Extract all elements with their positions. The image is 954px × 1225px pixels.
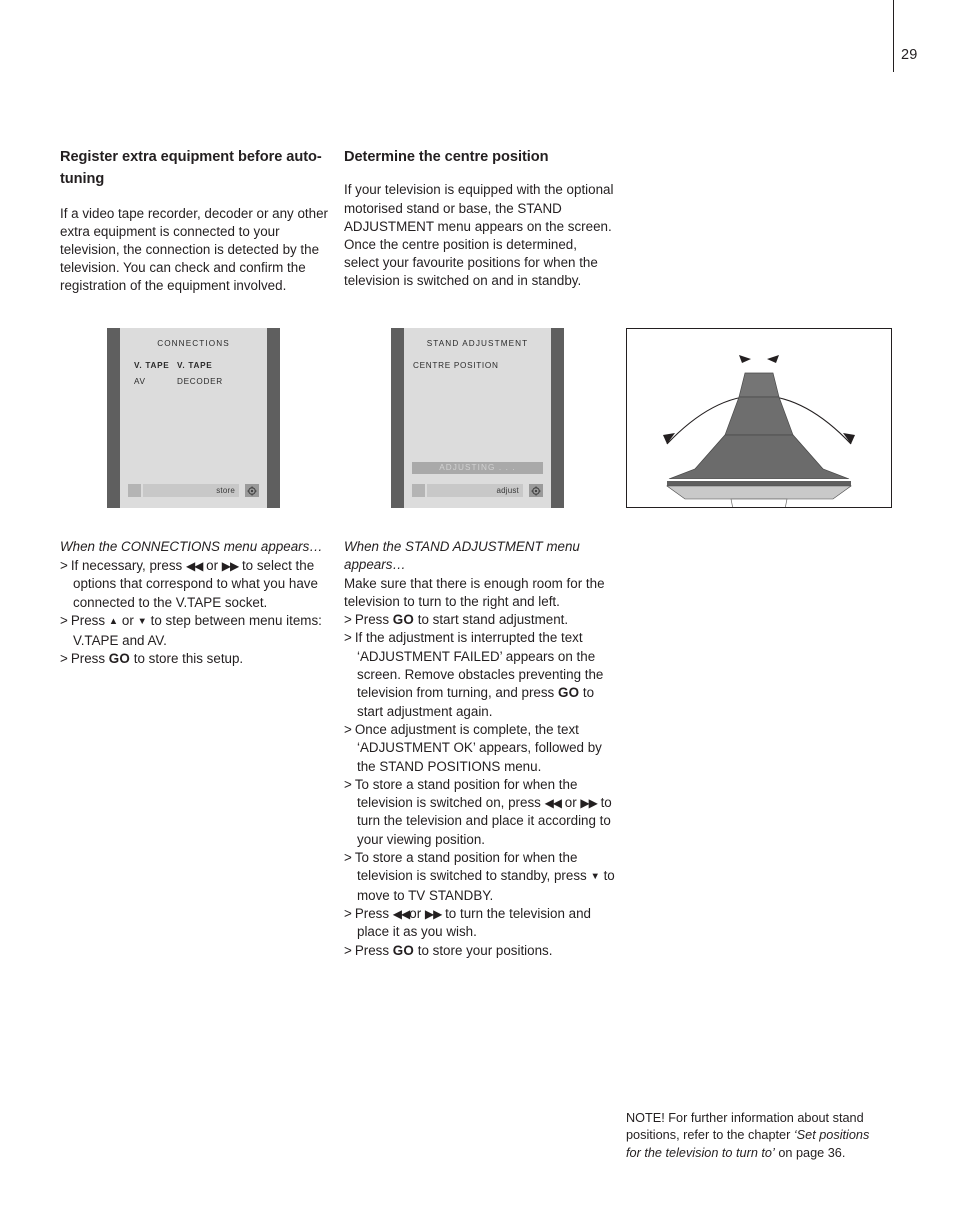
stand-instructions-intro: When the STAND ADJUSTMENT menu appears…: [344, 539, 580, 573]
list-item: > Press GO to store this setup.: [60, 651, 244, 666]
motorised-tv-stand-rotation-diagram: [626, 328, 892, 508]
bottom-bar-square: [128, 484, 141, 497]
list-item: > Press ◀◀or ▶▶ to turn the television an…: [344, 905, 591, 940]
list-item: > Once adjustment is complete, the text ‘…: [344, 721, 602, 774]
stand-menu-title: STAND ADJUSTMENT: [426, 339, 529, 348]
list-item: > To store a stand position for when the …: [344, 850, 615, 903]
connections-menu-screenshot: CONNECTIONS V. TAPE V. TAPE AV DECODER s…: [107, 328, 280, 508]
go-wheel-icon: [245, 484, 259, 497]
left-column-heading: Register extra equipment before auto-tun…: [60, 149, 322, 188]
list-item: > If necessary, press ◀◀ or ▶▶ to select …: [60, 557, 318, 610]
stand-adjusting-status: ADJUSTING . . .: [412, 462, 543, 474]
bottom-bar-strip: adjust: [427, 484, 523, 497]
stand-row-0-label: CENTRE POSITION: [413, 361, 499, 370]
connections-store-label: store: [216, 486, 235, 495]
connections-row-1-label: AV: [134, 377, 146, 386]
list-item: > To store a stand position for when the …: [344, 776, 612, 847]
connections-instructions: When the CONNECTIONS menu appears… > If n…: [60, 538, 338, 669]
left-column-body: If a video tape recorder, decoder or any…: [60, 205, 328, 294]
menu-left-band: [391, 328, 404, 508]
mid-column-heading: Determine the centre position: [344, 149, 549, 165]
menu-left-band: [107, 328, 120, 508]
mid-column-body: If your television is equipped with the …: [344, 182, 614, 289]
menu-right-band: [551, 328, 564, 508]
list-item: > If the adjustment is interrupted the te…: [344, 630, 604, 719]
connections-row-0-label: V. TAPE: [134, 361, 170, 370]
connections-instructions-intro: When the CONNECTIONS menu appears…: [60, 539, 323, 554]
menu-right-band: [267, 328, 280, 508]
page-number: 29: [901, 47, 918, 63]
connections-row-1-value: DECODER: [177, 377, 223, 386]
stand-adjustment-menu-screenshot: STAND ADJUSTMENT CENTRE POSITION ADJUSTI…: [391, 328, 564, 508]
stand-instructions-lead: Make sure that there is enough room for …: [344, 575, 605, 609]
go-wheel-icon: [529, 484, 543, 497]
left-column: Register extra equipment before auto-tun…: [60, 146, 328, 296]
bottom-bar-square: [412, 484, 425, 497]
list-item: > Press ▲ or ▼ to step between menu items…: [60, 613, 322, 648]
connections-bottom-bar: store: [128, 484, 259, 497]
connections-menu-title: CONNECTIONS: [157, 339, 230, 348]
connections-row-0-value: V. TAPE: [177, 361, 213, 370]
stand-adjust-label: adjust: [496, 486, 519, 495]
bottom-bar-strip: store: [143, 484, 239, 497]
note-suffix: on page 36.: [774, 1145, 846, 1160]
list-item: > Press GO to store your positions.: [344, 942, 553, 958]
page-number-rule: [893, 0, 894, 72]
stand-bottom-bar: adjust: [412, 484, 543, 497]
stand-adjustment-instructions: When the STAND ADJUSTMENT menu appears… …: [344, 538, 616, 960]
stand-positions-note: NOTE! For further information about stan…: [626, 1110, 884, 1162]
mid-column: Determine the centre position If your te…: [344, 146, 614, 290]
list-item: > Press GO to start stand adjustment.: [344, 612, 569, 628]
